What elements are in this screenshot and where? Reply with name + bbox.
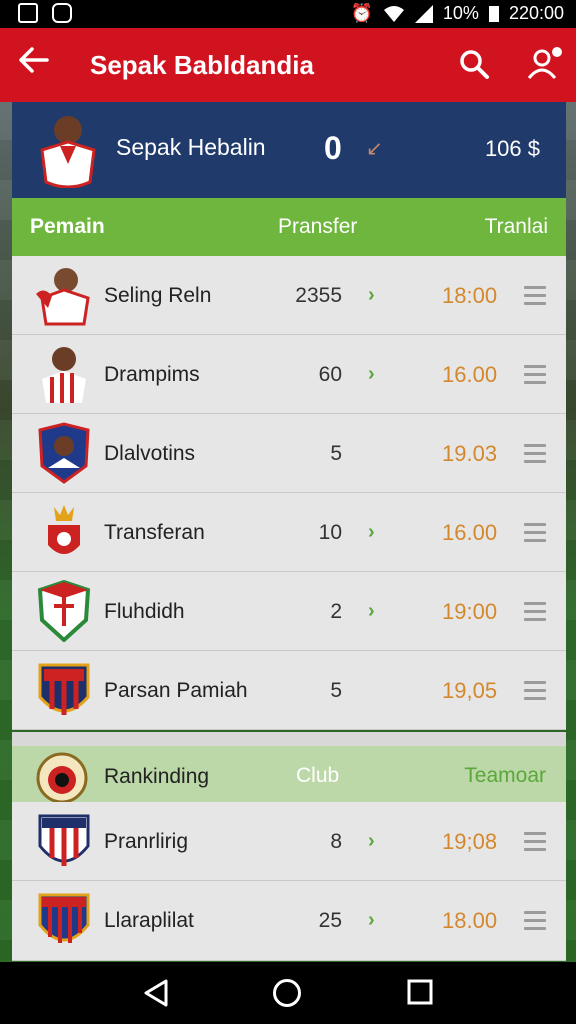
column-header: Pemain Pransfer Tranlai	[12, 198, 566, 256]
list-item[interactable]: Parsan Pamiah 5 19,05	[12, 651, 566, 730]
menu-icon[interactable]	[524, 444, 546, 468]
menu-icon[interactable]	[524, 602, 546, 626]
club-crest-icon	[38, 814, 90, 866]
chevron-right-icon: ›	[368, 600, 375, 622]
menu-icon[interactable]	[524, 832, 546, 856]
list-item[interactable]: Pranrlirig 8 › 19;08	[12, 802, 566, 881]
column-transaction: Tranlai	[484, 215, 548, 238]
gallery-icon	[18, 3, 38, 23]
profile-header: Sepak Hebalin 0 ↙ 106 $	[12, 102, 566, 198]
item-time: 18:00	[442, 283, 498, 308]
list-item[interactable]: Drampims 60 › 16.00	[12, 335, 566, 414]
player-list: Seling Reln 2355 › 18:00 Drampims 60 › 1…	[12, 256, 566, 730]
section-club-label[interactable]: Club	[296, 764, 339, 788]
section-team-label[interactable]: Teamoar	[464, 764, 546, 788]
menu-icon[interactable]	[524, 286, 546, 310]
item-value: 10	[318, 521, 342, 544]
menu-icon[interactable]	[524, 365, 546, 389]
column-transfer: Pransfer	[278, 215, 358, 238]
back-arrow-icon[interactable]	[18, 46, 50, 79]
signal-icon	[414, 4, 433, 23]
item-name: Llaraplilat	[104, 909, 194, 932]
system-navigation-bar	[0, 962, 576, 1024]
search-icon[interactable]	[458, 48, 490, 85]
battery-percent: 10%	[442, 3, 479, 23]
battery-icon	[488, 5, 499, 22]
ranking-list: Pranrlirig 8 › 19;08 Llaraplilat 25 › 18…	[12, 802, 566, 961]
item-time: 19;08	[442, 829, 498, 854]
item-time: 19:00	[442, 599, 498, 624]
club-crest-icon	[38, 893, 90, 943]
item-name: Drampims	[104, 363, 200, 386]
list-item[interactable]: Fluhdidh 2 › 19:00	[12, 572, 566, 651]
club-badge-icon	[38, 422, 90, 484]
item-value: 60	[318, 363, 342, 386]
club-crest-icon	[36, 752, 88, 804]
app-bar: Sepak Babldandia	[0, 28, 576, 102]
club-crest-icon	[37, 580, 91, 642]
menu-icon[interactable]	[524, 681, 546, 705]
chevron-right-icon: ›	[368, 521, 375, 543]
club-crest-icon	[48, 505, 80, 554]
ranking-section-header: Rankinding Club Teamoar	[12, 732, 566, 804]
alarm-icon: ⏰	[350, 3, 373, 23]
app-title: Sepak Babldandia	[90, 50, 314, 80]
recents-nav-icon[interactable]	[406, 978, 434, 1006]
item-name: Fluhdidh	[104, 600, 185, 623]
item-name: Seling Reln	[104, 284, 212, 307]
item-value: 2355	[295, 284, 342, 307]
trend-icon: ↙	[366, 138, 383, 160]
camera-icon	[52, 3, 72, 23]
player-jersey-icon	[36, 268, 90, 326]
menu-icon[interactable]	[524, 523, 546, 547]
item-time: 19,05	[442, 678, 498, 703]
player-jersey-icon	[42, 347, 86, 403]
wifi-icon	[383, 5, 404, 22]
menu-icon[interactable]	[524, 911, 546, 935]
list-item[interactable]: Seling Reln 2355 › 18:00	[12, 256, 566, 335]
profile-amount: 106 $	[484, 136, 540, 161]
player-avatar	[40, 116, 96, 188]
item-value: 5	[330, 679, 342, 702]
item-value: 25	[318, 909, 342, 932]
list-item[interactable]: Transferan 10 › 16.00	[12, 493, 566, 572]
clock: 220:00	[508, 3, 564, 23]
club-crest-icon	[38, 663, 90, 715]
item-time: 18.00	[442, 908, 498, 933]
chevron-right-icon: ›	[368, 363, 375, 385]
profile-score: 0	[324, 130, 342, 166]
profile-name: Sepak Hebalin	[116, 134, 266, 160]
chevron-right-icon: ›	[368, 909, 375, 931]
chevron-right-icon: ›	[368, 284, 375, 306]
item-name: Dlalvotins	[104, 442, 196, 465]
item-value: 5	[330, 442, 342, 465]
column-player: Pemain	[30, 215, 105, 238]
user-profile-icon[interactable]	[526, 44, 564, 87]
home-nav-icon[interactable]	[272, 978, 302, 1008]
item-value: 2	[330, 600, 342, 623]
back-nav-icon[interactable]	[142, 978, 170, 1008]
item-name: Transferan	[104, 521, 205, 544]
list-item[interactable]: Dlalvotins 5 19.03	[12, 414, 566, 493]
item-time: 16.00	[442, 520, 498, 545]
section-ranking-label: Rankinding	[104, 765, 210, 788]
item-value: 8	[330, 830, 342, 853]
item-time: 16.00	[442, 362, 498, 387]
list-item[interactable]: Llaraplilat 25 › 18.00	[12, 881, 566, 961]
item-name: Pranrlirig	[104, 830, 189, 853]
status-bar: ⏰ 10% 220:00	[0, 0, 576, 28]
item-time: 19.03	[442, 441, 498, 466]
item-name: Parsan Pamiah	[104, 679, 248, 702]
section-divider	[12, 732, 566, 746]
chevron-right-icon: ›	[368, 830, 375, 852]
